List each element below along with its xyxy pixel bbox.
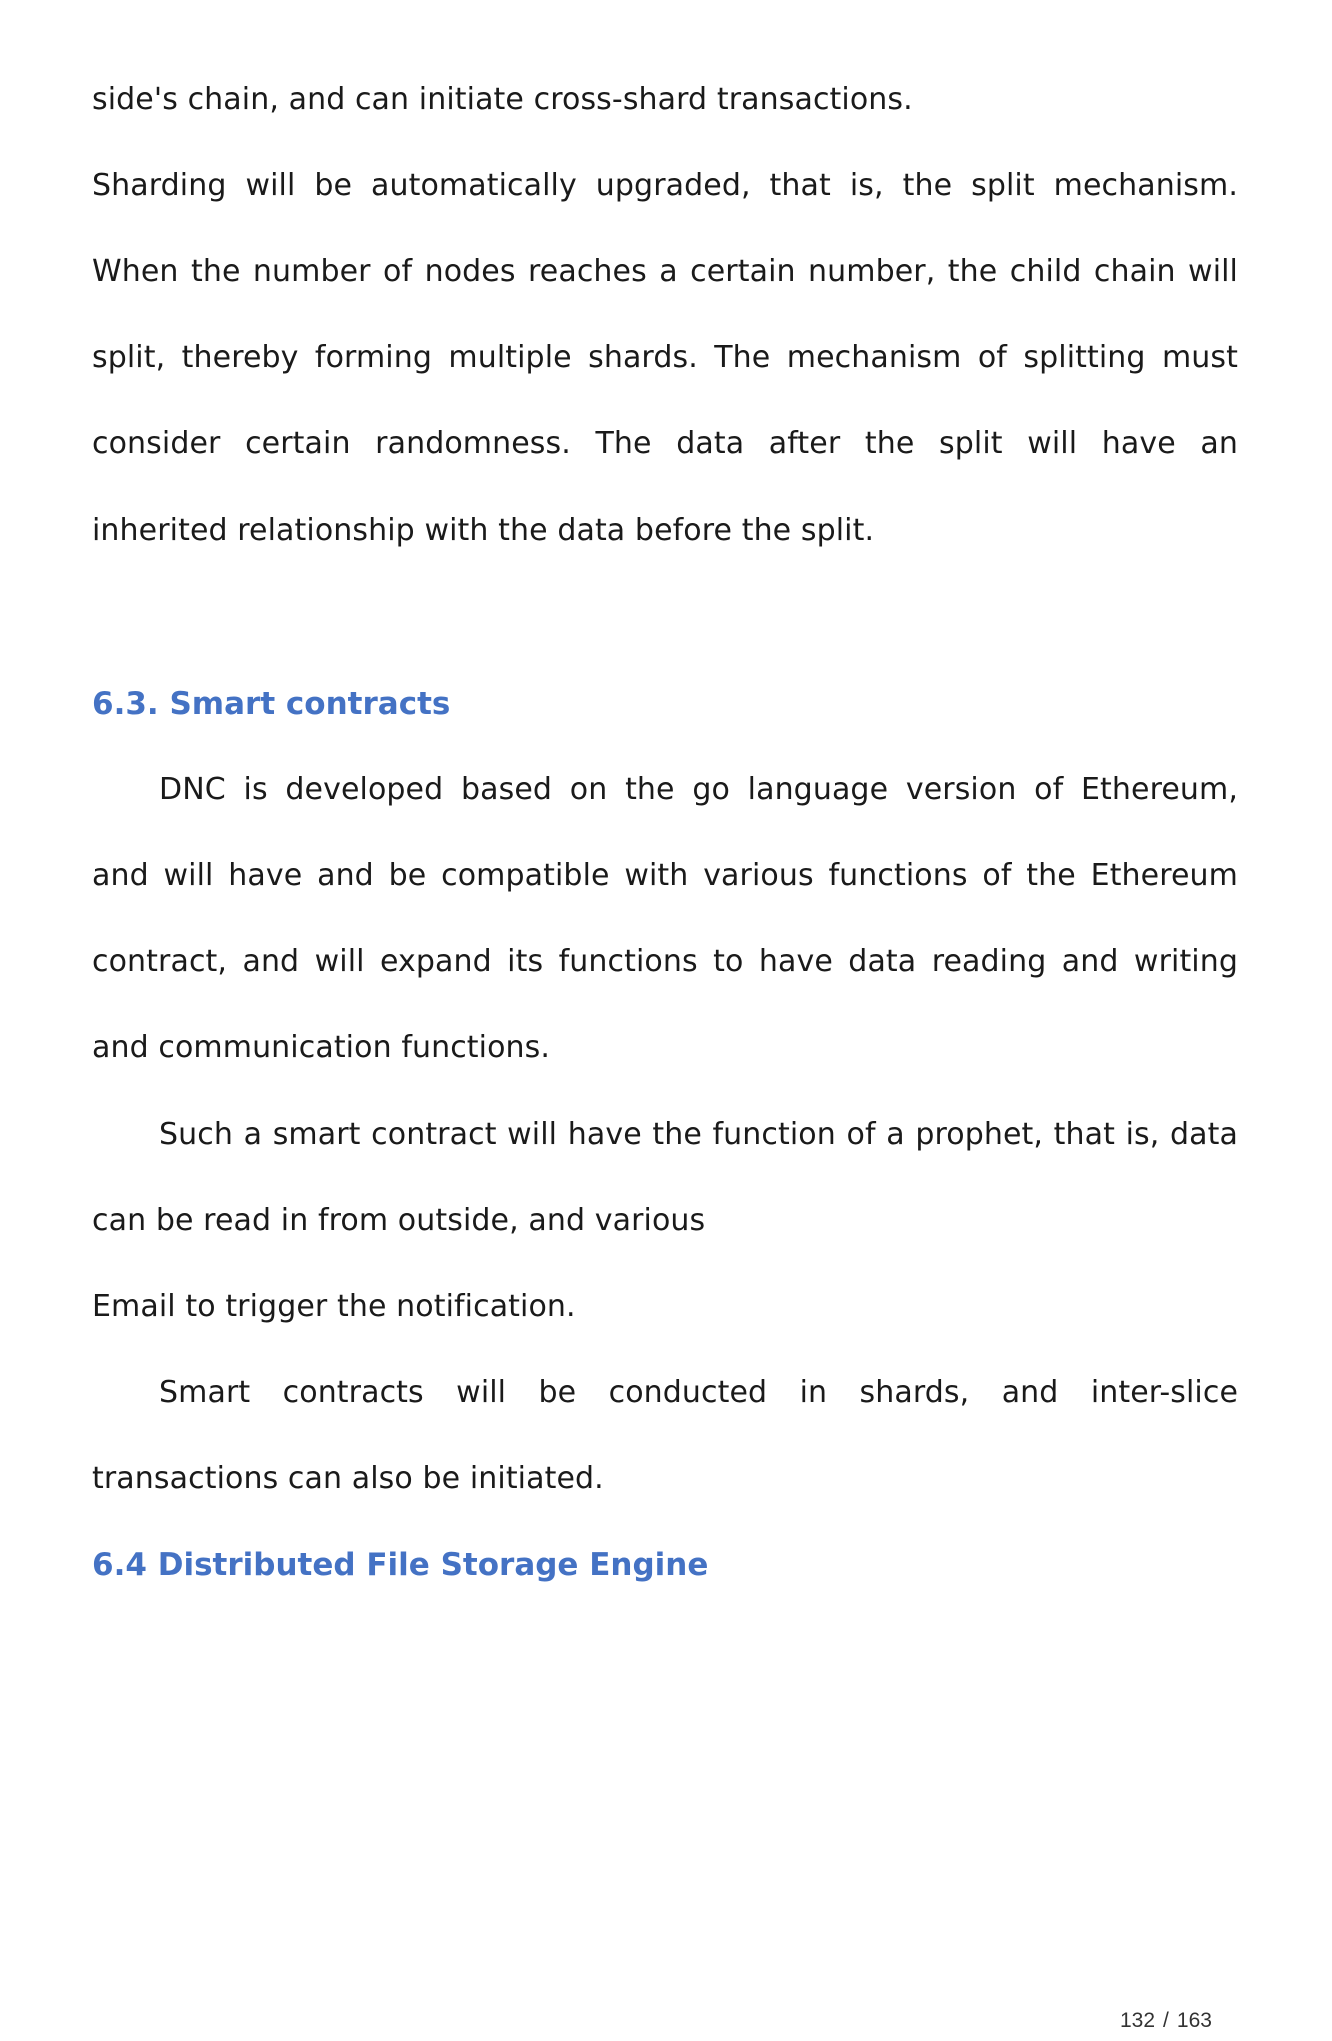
body-text-line: inherited relationship with the data bef…	[92, 513, 875, 548]
body-text-line: When the number of nodes reaches a certa…	[92, 254, 1238, 289]
body-text-line: can be read in from outside, and various	[92, 1203, 706, 1238]
body-text-line: Smart contracts will be conducted in sha…	[159, 1375, 1238, 1410]
body-text-line: contract, and will expand its functions …	[92, 944, 1238, 979]
body-text-line: Sharding will be automatically upgraded,…	[92, 168, 1238, 203]
body-text-line: DNC is developed based on the go languag…	[159, 772, 1238, 807]
total-page-count: 163	[1176, 2009, 1212, 2032]
body-text-line: Such a smart contract will have the func…	[159, 1117, 1238, 1152]
section-heading-distributed-file-storage: 6.4 Distributed File Storage Engine	[92, 1547, 709, 1583]
page-number: 132 / 163	[1120, 2009, 1212, 2033]
body-text-line: and will have and be compatible with var…	[92, 858, 1238, 893]
body-text-line: consider certain randomness. The data af…	[92, 426, 1238, 461]
body-text-line: Email to trigger the notification.	[92, 1289, 576, 1324]
body-text-line: and communication functions.	[92, 1030, 551, 1065]
body-text-line: side's chain, and can initiate cross-sha…	[92, 82, 913, 117]
page-separator: /	[1163, 2009, 1169, 2032]
body-text-line: split, thereby forming multiple shards. …	[92, 340, 1238, 375]
current-page-number: 132	[1120, 2009, 1156, 2032]
body-text-line: transactions can also be initiated.	[92, 1461, 604, 1496]
section-heading-smart-contracts: 6.3. Smart contracts	[92, 686, 451, 722]
